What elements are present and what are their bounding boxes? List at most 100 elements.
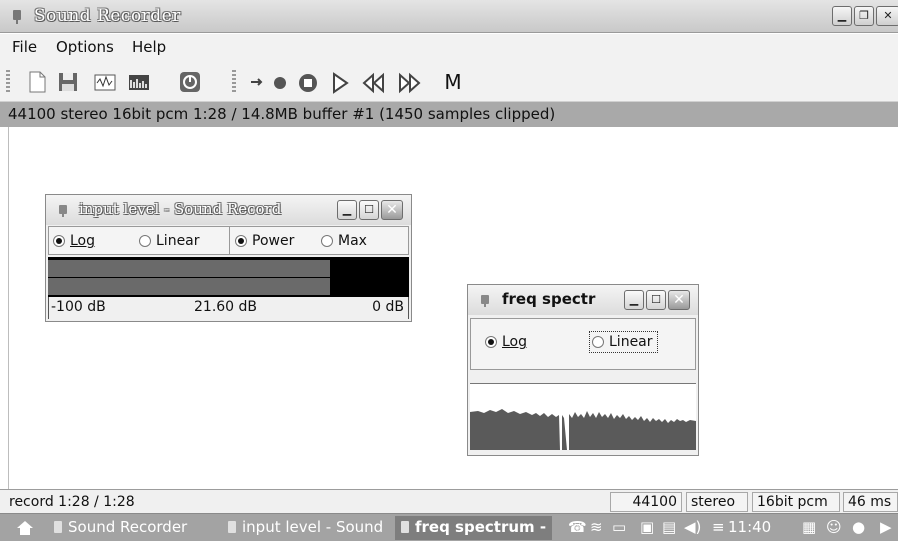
taskbar: Sound Recorder input level - Sound freq … — [0, 513, 898, 541]
task-input-level[interactable]: input level - Sound — [228, 516, 383, 540]
maximize-button[interactable]: ☐ — [646, 290, 666, 310]
status-rate: 44100 — [610, 492, 682, 512]
maximize-button[interactable]: ☐ — [359, 200, 379, 220]
app-icon — [13, 10, 21, 24]
info-bar: 44100 stereo 16bit pcm 1:28 / 14.8MB buf… — [0, 102, 898, 127]
level-scale: -100 dB 21.60 dB 0 dB — [48, 297, 409, 319]
scale-options: Log Linear Power Max — [48, 226, 409, 255]
radio-log[interactable]: Log — [485, 334, 527, 350]
marker-button[interactable]: M — [440, 69, 466, 95]
maximize-button[interactable]: ❐ — [854, 6, 874, 26]
title-bar[interactable]: Sound Recorder ▁ ❐ ✕ — [0, 0, 898, 33]
window-title: Sound Recorder — [34, 6, 181, 26]
radio-max-indicator — [321, 235, 333, 247]
waveform-button[interactable] — [92, 69, 118, 95]
toolbar-grip[interactable] — [6, 70, 10, 94]
close-button[interactable]: ✕ — [876, 6, 898, 26]
stop-button[interactable] — [295, 69, 321, 95]
fast-forward-icon — [399, 72, 421, 94]
status-record: record 1:28 / 1:28 — [9, 494, 135, 510]
rewind-icon — [362, 72, 384, 94]
close-button[interactable]: ✕ — [381, 200, 403, 220]
radio-power[interactable]: Power — [235, 233, 294, 249]
volume-icon[interactable]: ◀) — [684, 518, 701, 536]
radio-log-indicator — [53, 235, 65, 247]
new-icon — [29, 71, 46, 93]
radio-linear[interactable]: Linear — [139, 233, 200, 249]
spectrum-scale-options: Log Linear — [470, 318, 696, 370]
smiley-icon[interactable]: ☺ — [826, 518, 842, 536]
status-latency: 46 ms — [843, 492, 898, 512]
save-button[interactable] — [55, 69, 81, 95]
save-icon — [59, 73, 77, 91]
task-label: input level - Sound — [242, 518, 384, 536]
radio-power-indicator — [235, 235, 247, 247]
input-level-titlebar[interactable]: input level - Sound Record ▁ ☐ ✕ — [46, 195, 411, 225]
radio-max-label: Max — [338, 233, 367, 249]
task-label: freq spectrum - — [415, 518, 547, 536]
radio-max[interactable]: Max — [321, 233, 367, 249]
radio-linear-indicator — [139, 235, 151, 247]
info-icon[interactable]: ● — [852, 518, 865, 536]
app-icon — [481, 295, 489, 307]
minimize-button[interactable]: ▁ — [624, 290, 644, 310]
radio-log[interactable]: Log — [53, 233, 95, 249]
radio-log-label: Log — [70, 233, 96, 249]
radio-linear-label: Linear — [609, 334, 653, 350]
input-level-button[interactable] — [177, 69, 203, 95]
input-level-window[interactable]: input level - Sound Record ▁ ☐ ✕ Log Lin… — [45, 194, 412, 322]
record-icon — [274, 77, 286, 89]
task-freq-spectrum[interactable]: freq spectrum - — [395, 516, 553, 540]
close-button[interactable]: ✕ — [668, 290, 690, 310]
freq-spectrum-window[interactable]: freq spectr ▁ ☐ ✕ Log Linear — [467, 284, 699, 456]
arrow-right-icon[interactable]: ▶ — [880, 518, 892, 536]
level-bar-right — [48, 278, 330, 295]
divider — [229, 227, 230, 254]
toolbar-grip-2[interactable] — [232, 70, 236, 94]
app-icon — [54, 521, 62, 533]
minimize-button[interactable]: ▁ — [337, 200, 357, 220]
level-bar-left — [48, 260, 330, 277]
radio-power-label: Power — [252, 233, 295, 249]
radio-linear[interactable]: Linear — [589, 331, 658, 353]
freq-spectrum-title: freq spectr — [502, 290, 596, 308]
spectrum-button[interactable] — [126, 69, 152, 95]
new-button[interactable] — [24, 69, 50, 95]
battery-icon[interactable]: ▭ — [612, 518, 626, 536]
home-icon[interactable] — [16, 520, 34, 536]
play-icon — [333, 72, 349, 94]
scale-value: 21.60 dB — [194, 299, 258, 315]
spectrum-graph — [470, 409, 696, 450]
menu-file[interactable]: File — [12, 38, 37, 56]
fast-forward-button[interactable] — [397, 69, 423, 95]
radio-log-label: Log — [502, 334, 528, 350]
clock[interactable]: 11:40 — [728, 518, 771, 536]
minimize-button[interactable]: ▁ — [832, 6, 852, 26]
rewind-button[interactable] — [360, 69, 386, 95]
spectrum-display — [470, 383, 696, 450]
updates-icon[interactable]: ▣ — [640, 518, 654, 536]
radio-linear-label: Linear — [156, 233, 200, 249]
level-meter — [48, 257, 409, 297]
freq-spectrum-titlebar[interactable]: freq spectr ▁ ☐ ✕ — [468, 285, 698, 315]
notes-icon[interactable]: ▤ — [662, 518, 676, 536]
spectrum-fill — [470, 409, 696, 450]
recording-info: 44100 stereo 16bit pcm 1:28 / 14.8MB buf… — [8, 105, 556, 123]
status-channels: stereo — [686, 492, 748, 512]
spectrum-icon — [129, 75, 149, 90]
scale-max: 0 dB — [372, 299, 404, 315]
menu-options[interactable]: Options — [56, 38, 114, 56]
waveform-icon — [94, 74, 116, 91]
task-sound-recorder[interactable]: Sound Recorder — [54, 516, 187, 540]
status-bar: record 1:28 / 1:28 44100 stereo 16bit pc… — [0, 489, 898, 513]
app-icon — [59, 205, 67, 217]
record-button[interactable] — [267, 69, 293, 95]
desktop-icon[interactable]: ▦ — [802, 518, 816, 536]
network-icon[interactable]: ☎ — [568, 518, 587, 536]
menu-help[interactable]: Help — [132, 38, 166, 56]
wifi-icon[interactable]: ≋ — [590, 518, 603, 536]
task-label: Sound Recorder — [68, 518, 188, 536]
toolbar: M — [0, 62, 898, 102]
stop-icon — [299, 74, 317, 92]
play-button[interactable] — [327, 69, 353, 95]
